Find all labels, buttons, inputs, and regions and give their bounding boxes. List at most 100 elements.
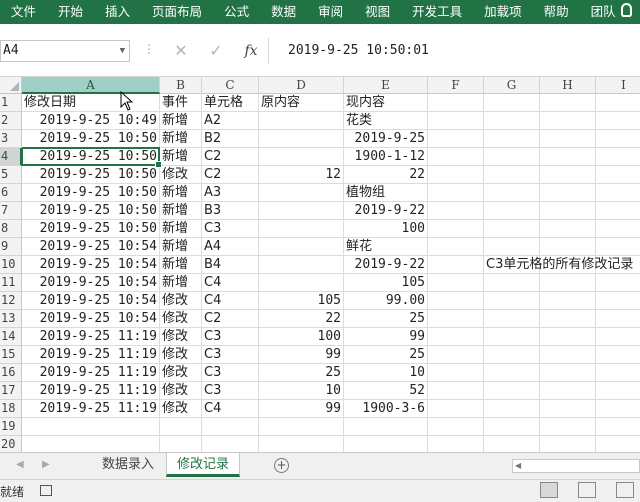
confirm-icon[interactable]: ✓ xyxy=(205,40,227,62)
cell-grid[interactable]: 修改日期 事件 单元格 原内容 现内容 2019-9-25 10:49 新增 A2 花类 2019… xyxy=(22,94,640,452)
cell[interactable]: 1900-1-12 xyxy=(344,148,425,166)
cell[interactable]: 2019-9-25 10:54 xyxy=(22,274,157,292)
add-sheet-button[interactable]: + xyxy=(274,458,289,473)
cell[interactable]: 单元格 xyxy=(204,94,243,112)
cell[interactable]: 2019-9-22 xyxy=(344,256,425,274)
cell[interactable]: 2019-9-25 10:50 xyxy=(22,202,157,220)
cell[interactable]: 原内容 xyxy=(261,94,300,112)
ribbon-tab[interactable]: 加载项 xyxy=(473,0,533,24)
cell[interactable]: 105 xyxy=(344,274,425,292)
cell[interactable]: 22 xyxy=(259,310,341,328)
ribbon-tab[interactable]: 审阅 xyxy=(307,0,354,24)
cell[interactable]: 2019-9-25 11:19 xyxy=(22,364,157,382)
cell[interactable]: 鲜花 xyxy=(346,238,372,256)
cancel-icon[interactable]: ✕ xyxy=(170,40,192,62)
cell[interactable]: 2019-9-25 11:19 xyxy=(22,400,157,418)
cell[interactable]: 100 xyxy=(259,328,341,346)
cell[interactable]: 22 xyxy=(344,166,425,184)
row-header[interactable]: 18 xyxy=(0,400,22,418)
cell[interactable]: C2 xyxy=(204,166,221,184)
cell[interactable]: 现内容 xyxy=(346,94,385,112)
row-header[interactable]: 2 xyxy=(0,112,22,130)
cell[interactable]: 新增 xyxy=(162,112,188,130)
cell[interactable]: 植物组 xyxy=(346,184,385,202)
cell[interactable]: B3 xyxy=(204,202,221,220)
formula-input[interactable]: 2019-9-25 10:50:01 xyxy=(288,40,429,62)
cell[interactable]: 修改 xyxy=(162,166,188,184)
cell[interactable]: B2 xyxy=(204,130,221,148)
cell[interactable]: 修改 xyxy=(162,400,188,418)
cell[interactable]: 新增 xyxy=(162,148,188,166)
row-header[interactable]: 1 xyxy=(0,94,22,112)
row-header[interactable]: 8 xyxy=(0,220,22,238)
prev-sheet-icon[interactable]: ◀ xyxy=(16,459,24,470)
cell[interactable]: 修改 xyxy=(162,364,188,382)
cell[interactable]: 修改 xyxy=(162,310,188,328)
cell[interactable]: 99 xyxy=(259,346,341,364)
cell[interactable]: 2019-9-25 10:54 xyxy=(22,238,157,256)
cell[interactable]: 修改 xyxy=(162,346,188,364)
ribbon-tab[interactable]: 帮助 xyxy=(533,0,580,24)
column-header-h[interactable]: H xyxy=(540,77,596,94)
cell[interactable]: 105 xyxy=(259,292,341,310)
cell[interactable]: 事件 xyxy=(162,94,188,112)
sheet-tab[interactable]: 数据录入 xyxy=(92,453,164,477)
cell[interactable]: 2019-9-25 10:50 xyxy=(22,220,157,238)
cell[interactable]: 52 xyxy=(344,382,425,400)
ribbon-tab[interactable]: 视图 xyxy=(354,0,401,24)
cell[interactable]: 99.00 xyxy=(344,292,425,310)
cell[interactable]: 花类 xyxy=(346,112,372,130)
row-header[interactable]: 10 xyxy=(0,256,22,274)
cell[interactable]: C4 xyxy=(204,274,221,292)
cell[interactable]: 2019-9-25 10:50 xyxy=(22,184,157,202)
cell[interactable]: 10 xyxy=(344,364,425,382)
cell[interactable]: 2019-9-25 10:54 xyxy=(22,256,157,274)
chevron-down-icon[interactable]: ▼ xyxy=(120,41,125,61)
ribbon-tab[interactable]: 开始 xyxy=(47,0,94,24)
cell[interactable]: C3 xyxy=(204,346,221,364)
macro-record-icon[interactable] xyxy=(40,485,52,496)
ribbon-tab[interactable]: 团队 xyxy=(580,0,627,24)
row-header[interactable]: 17 xyxy=(0,382,22,400)
row-header[interactable]: 16 xyxy=(0,364,22,382)
cell[interactable]: C3 xyxy=(204,328,221,346)
cell[interactable]: C3 xyxy=(204,220,221,238)
cell[interactable]: 25 xyxy=(344,346,425,364)
cell[interactable]: 99 xyxy=(259,400,341,418)
insert-function-button[interactable]: fx xyxy=(240,40,262,62)
cell[interactable]: 25 xyxy=(344,310,425,328)
cell[interactable]: C2 xyxy=(204,148,221,166)
cell[interactable]: 新增 xyxy=(162,130,188,148)
normal-view-button[interactable] xyxy=(540,482,558,498)
row-header[interactable]: 14 xyxy=(0,328,22,346)
cell[interactable]: A2 xyxy=(204,112,221,130)
column-header-e[interactable]: E xyxy=(344,77,428,94)
cell[interactable]: 2019-9-25 10:54 xyxy=(22,292,157,310)
cell[interactable]: 99 xyxy=(344,328,425,346)
cell[interactable]: 新增 xyxy=(162,274,188,292)
sheet-tab[interactable]: 修改记录 xyxy=(166,453,241,477)
cell[interactable]: C3 xyxy=(204,382,221,400)
row-header[interactable]: 11 xyxy=(0,274,22,292)
cell[interactable]: 10 xyxy=(259,382,341,400)
column-header-g[interactable]: G xyxy=(484,77,540,94)
cell[interactable]: 2019-9-25 10:49 xyxy=(22,112,157,130)
cell[interactable]: C4 xyxy=(204,292,221,310)
cell[interactable]: C3单元格的所有修改记录 xyxy=(486,256,633,274)
cell[interactable]: 2019-9-25 10:50 xyxy=(22,130,157,148)
cell[interactable]: 2019-9-25 11:19 xyxy=(22,328,157,346)
cell[interactable]: 修改日期 xyxy=(24,94,76,112)
cell[interactable]: C2 xyxy=(204,310,221,328)
cell[interactable]: A3 xyxy=(204,184,221,202)
cell[interactable]: 2019-9-25 10:54 xyxy=(22,310,157,328)
cell[interactable]: 新增 xyxy=(162,202,188,220)
row-header[interactable]: 15 xyxy=(0,346,22,364)
ribbon-tab[interactable]: 文件 xyxy=(0,0,47,24)
horizontal-scrollbar[interactable]: ◀ xyxy=(512,459,640,473)
ribbon-tab[interactable]: 公式 xyxy=(213,0,260,24)
cell[interactable]: 新增 xyxy=(162,256,188,274)
ribbon-tab[interactable]: 插入 xyxy=(94,0,141,24)
column-header-a[interactable]: A xyxy=(22,77,160,94)
next-sheet-icon[interactable]: ▶ xyxy=(42,459,50,470)
cell[interactable]: 2019-9-25 10:50 xyxy=(22,166,157,184)
